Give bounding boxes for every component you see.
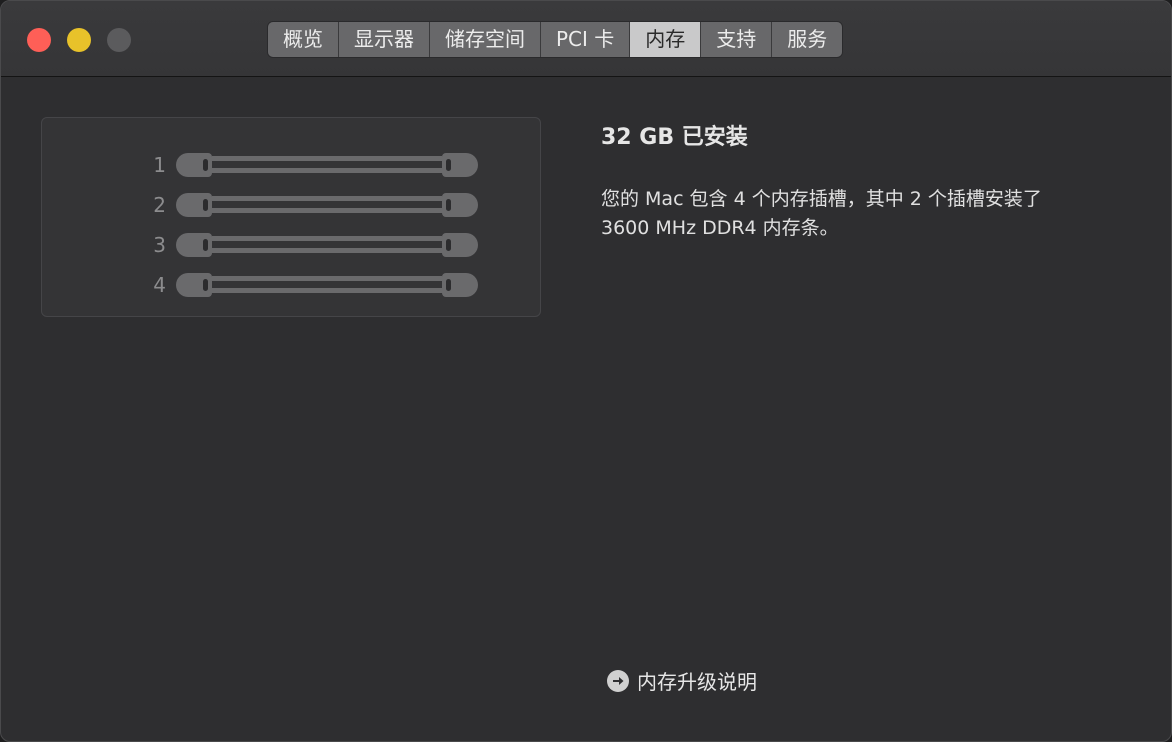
memory-slot-3 — [176, 233, 478, 257]
memory-slot-2 — [176, 193, 478, 217]
arrow-right-circle-icon — [607, 669, 629, 692]
memory-description: 您的 Mac 包含 4 个内存插槽，其中 2 个插槽安装了 3600 MHz D… — [601, 185, 1121, 243]
tab-memory[interactable]: 内存 — [630, 22, 702, 57]
tab-pci-cards[interactable]: PCI 卡 — [541, 22, 631, 57]
slot-1-label: 1 — [153, 153, 166, 177]
slot-latch-icon — [442, 153, 478, 177]
slot-2-label: 2 — [153, 193, 166, 217]
slot-latch-icon — [176, 193, 212, 217]
memory-description-line-1: 您的 Mac 包含 4 个内存插槽，其中 2 个插槽安装了 — [601, 188, 1042, 210]
slot-latch-icon — [176, 233, 212, 257]
slot-latch-icon — [442, 273, 478, 297]
minimize-button[interactable] — [67, 28, 91, 52]
tab-support[interactable]: 支持 — [701, 22, 773, 57]
memory-description-line-2: 3600 MHz DDR4 内存条。 — [601, 217, 839, 239]
slot-3-label: 3 — [153, 233, 166, 257]
memory-slot-4 — [176, 273, 478, 297]
slot-4-label: 4 — [153, 273, 166, 297]
slot-latch-icon — [176, 153, 212, 177]
tab-bar: 概览 显示器 储存空间 PCI 卡 内存 支持 服务 — [267, 21, 844, 58]
memory-upgrade-link[interactable]: 内存升级说明 — [607, 666, 757, 695]
zoom-button[interactable] — [107, 28, 131, 52]
slot-latch-icon — [442, 193, 478, 217]
about-this-mac-window: 概览 显示器 储存空间 PCI 卡 内存 支持 服务 1 2 3 4 32 GB… — [0, 0, 1172, 742]
memory-upgrade-link-label: 内存升级说明 — [637, 670, 757, 694]
memory-slots-panel: 1 2 3 4 — [41, 117, 541, 317]
tab-storage[interactable]: 储存空间 — [430, 22, 541, 57]
memory-summary: 32 GB 已安装 — [601, 125, 748, 150]
close-button[interactable] — [27, 28, 51, 52]
titlebar: 概览 显示器 储存空间 PCI 卡 内存 支持 服务 — [1, 1, 1171, 77]
slot-latch-icon — [176, 273, 212, 297]
slot-latch-icon — [442, 233, 478, 257]
memory-slot-1 — [176, 153, 478, 177]
tab-overview[interactable]: 概览 — [268, 22, 339, 57]
tab-displays[interactable]: 显示器 — [339, 22, 430, 57]
tab-service[interactable]: 服务 — [772, 22, 843, 57]
